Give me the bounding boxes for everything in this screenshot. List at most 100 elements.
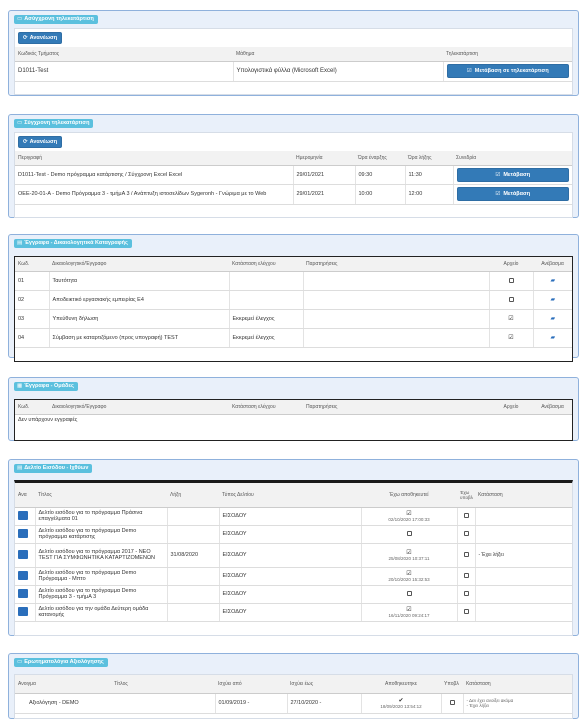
row-title-cell: Αξιολόγηση - DEMO xyxy=(15,693,216,714)
panel-title-text: Ασύγχρονη τηλεκατάρτιση xyxy=(24,16,94,22)
row-deadline xyxy=(167,603,220,622)
saved-at: 18/09/2020 13:54:12 xyxy=(380,703,422,709)
table-row: Δελτίο εισόδου για την ομάδα Δεύτερη ομά… xyxy=(15,603,572,622)
row-file: ☑ xyxy=(489,328,534,348)
row-type: ΕΙΣΟΔΟΥ xyxy=(219,543,362,568)
refresh-icon: ⟳ xyxy=(23,139,28,145)
row-open xyxy=(15,543,36,568)
row-lesson: Υπολογιστικά φύλλα (Microsoft Excel) xyxy=(233,61,444,82)
table-row: Δελτίο εισόδου για το πρόγραμμα 2017 - Ν… xyxy=(15,543,572,568)
folder-open-icon[interactable]: ▰ xyxy=(550,297,555,303)
row-title: Δελτίο εισόδου για το πρόγραμμα Demo πρό… xyxy=(35,525,168,544)
open-form-icon[interactable] xyxy=(18,510,28,520)
open-form-icon[interactable] xyxy=(18,528,28,538)
row-deadline xyxy=(167,567,220,586)
row-open xyxy=(15,525,36,544)
empty-row: Δεν υπάρχουν εγγραφές xyxy=(15,414,572,425)
status-expired: - Έχει λήξει xyxy=(466,703,490,708)
header-date: Ημερομηνία xyxy=(293,151,355,166)
row-title[interactable]: Αξιολόγηση - DEMO xyxy=(29,700,79,706)
table-row: 03 Υπεύθυνη δήλωση Εκκρεμεί έλεγχος ☑ ▰ xyxy=(15,309,572,329)
row-status: - Δεν έχει ανοίξει ακόμα - Έχει λήξει xyxy=(463,693,572,714)
monitor-icon: ▭ xyxy=(17,120,23,126)
monitor-icon: ▭ xyxy=(17,16,23,22)
header-saved: Αποθηκευτηκε xyxy=(361,675,441,694)
table-row: Δελτίο εισόδου για το πρόγραμμα Πράσινα … xyxy=(15,507,572,526)
documents-panel: ▤ Έγγραφα - Δικαιολογητικά Καταγραφής Κωδ… xyxy=(8,234,579,362)
row-title: Δελτίο εισόδου για το πρόγραμμα Demo Πρό… xyxy=(35,585,168,604)
panel-body: Ανα Τίτλος Λήξη Τύπος Δελτίου Έχω αποθηκ… xyxy=(14,480,573,636)
row-submitted xyxy=(441,693,464,714)
open-form-icon[interactable] xyxy=(18,549,28,559)
row-type: ΕΙΣΟΔΟΥ xyxy=(219,567,362,586)
row-doc: Ταυτότητα xyxy=(49,271,230,291)
folder-open-icon[interactable]: ▰ xyxy=(550,335,555,341)
row-status: Εκκρεμεί έλεγχος xyxy=(229,309,304,329)
checked-checkbox-icon: ☑ xyxy=(406,606,412,613)
groups-panel: ▦ Έγγραφα - Ομάδες Κωδ. Δικαιολογητικό/Έγ… xyxy=(8,377,579,441)
saved-checkbox xyxy=(406,591,412,597)
header-title: Τίτλος xyxy=(35,483,167,508)
header-status: Κατάσταση ελέγχου xyxy=(229,400,303,415)
open-form-icon[interactable] xyxy=(18,588,28,598)
table-row: Δελτίο εισόδου για το πρόγραμμα Demo Πρό… xyxy=(15,585,572,604)
row-upload: ▰ xyxy=(533,328,572,348)
table-row: D1011-Test - Demo πρόγραμμα κατάρτισης /… xyxy=(15,165,572,185)
panel-body: Κωδ. Δικαιολογητικό/Έγγραφο Κατάσταση ελ… xyxy=(14,399,573,441)
row-type: ΕΙΣΟΔΟΥ xyxy=(219,603,362,622)
file-checkbox[interactable] xyxy=(508,277,514,283)
refresh-label: Ανανέωση xyxy=(29,35,58,41)
row-open xyxy=(15,507,36,526)
go-button[interactable]: ☑ Μετάβαση xyxy=(456,167,569,182)
header-session: Συνεδρία xyxy=(453,151,572,166)
checked-checkbox-icon[interactable]: ☑ xyxy=(508,316,513,322)
row-file xyxy=(489,290,534,310)
panel-title: ▭ Σύγχρονη τηλεκατάρτιση xyxy=(14,119,94,128)
row-upload: ▰ xyxy=(533,309,572,329)
row-end: 12:00 xyxy=(405,184,454,205)
folder-open-icon[interactable]: ▰ xyxy=(550,278,555,284)
checked-checkbox-icon[interactable]: ☑ xyxy=(508,335,513,341)
checked-checkbox-icon: ☑ xyxy=(406,510,412,517)
row-upload: ▰ xyxy=(533,271,572,291)
go-button[interactable]: ☑ Μετάβαση xyxy=(456,187,569,201)
document-icon: ▤ xyxy=(17,240,23,246)
row-action: ☑ Μετάβαση xyxy=(453,184,572,205)
open-form-icon[interactable] xyxy=(18,606,28,616)
checked-checkbox-icon: ☑ xyxy=(406,570,412,577)
header-status: Κατάσταση xyxy=(475,483,572,508)
saved-at: 20/10/2020 15:32:53 xyxy=(388,576,430,582)
row-doc: Σύμβαση με καταρτιζόμενο (προς υπογραφή)… xyxy=(49,328,230,348)
file-checkbox[interactable] xyxy=(508,296,514,302)
header-lesson: Μάθημα xyxy=(233,47,443,62)
header-from: Ισχύει από xyxy=(215,675,287,694)
row-open xyxy=(15,603,36,622)
go-to-training-button[interactable]: ☑ Μετάβαση σε τηλεκατάρτιση xyxy=(446,64,569,78)
refresh-button[interactable]: ⟳ Ανανέωση xyxy=(18,32,63,44)
open-form-icon[interactable] xyxy=(18,570,28,580)
submitted-checkbox xyxy=(463,609,469,615)
row-desc: OEE-20-01-A - Demo Πρόγραμμα 3 - τμήμΑ 3… xyxy=(15,184,294,205)
panel-title: ▭ Ασύγχρονη τηλεκατάρτιση xyxy=(14,15,98,24)
row-end: 11:30 xyxy=(405,165,454,185)
panel-body: ⟳ Ανανέωση Περιγραφή Ημερομηνία Ώρα έναρξ… xyxy=(14,132,573,218)
header-upload: Ανέβασμα xyxy=(533,400,572,415)
row-open xyxy=(15,585,36,604)
row-status: - Έχει λήξει xyxy=(475,543,572,568)
panel-title: ▤ Δελτίο Εισόδου - Ιχθύων xyxy=(14,464,93,473)
row-code: 03 xyxy=(15,309,50,329)
table-row: Δελτίο εισόδου για το πρόγραμμα Demo Πρό… xyxy=(15,567,572,586)
folder-open-icon[interactable]: ▰ xyxy=(550,316,555,322)
header-end: Ώρα λήξης xyxy=(405,151,453,166)
refresh-button[interactable]: ⟳ Ανανέωση xyxy=(18,136,63,148)
panel-title: ▤ Έγγραφα - Δικαιολογητικά Καταγραφής xyxy=(14,239,132,248)
saved-at: 25/08/2020 10:37:11 xyxy=(388,555,430,561)
row-deadline xyxy=(167,585,220,604)
header-start: Ώρα έναρξης xyxy=(355,151,405,166)
row-saved: ☑ 02/10/2020 17:00:33 xyxy=(361,507,458,526)
panel-title-text: Έγγραφα - Ομάδες xyxy=(24,383,74,389)
row-desc: D1011-Test - Demo πρόγραμμα κατάρτισης /… xyxy=(15,165,294,185)
submitted-checkbox xyxy=(463,552,469,558)
check-square-icon: ☑ xyxy=(495,171,501,178)
monitor-icon: ▭ xyxy=(17,659,23,665)
